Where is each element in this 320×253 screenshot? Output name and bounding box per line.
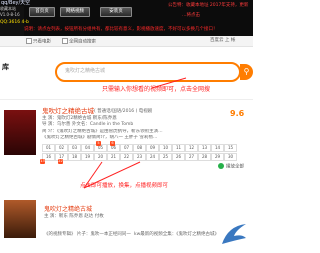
episode-button[interactable]: 29 [211, 153, 224, 161]
episode-button[interactable]: 01 [42, 144, 55, 152]
nav-button-online-video[interactable]: 网络视频 [60, 7, 90, 17]
auto-search-label: 全网自动搜索 [69, 39, 96, 45]
result-poster[interactable] [4, 110, 36, 155]
divider [0, 99, 253, 100]
episode-button[interactable]: 09 [146, 144, 159, 152]
qq-number: QQ:3616 4-b [0, 20, 29, 25]
play-all-label: 播放全部 [226, 164, 244, 170]
episode-button[interactable]: 11 [172, 144, 185, 152]
only-movie-checkbox[interactable]: 只看电影 [26, 38, 51, 46]
episode-button[interactable]: 27 [185, 153, 198, 161]
result-title[interactable]: 鬼吹灯之精绝古城 [42, 107, 94, 116]
result-cast: 主 演：靳东 陈乔恩 赵达 付枚 [44, 214, 104, 219]
search-icon[interactable]: ⚲ [244, 67, 250, 76]
episode-button[interactable]: 04 [81, 144, 94, 152]
episode-button[interactable]: 24 [146, 153, 159, 161]
result-director: 导 演：乌尔善 外文名：Candle in the Tomb [42, 122, 134, 127]
checkbox-icon[interactable] [26, 38, 32, 44]
play-hint-annotation: 点击即可播放，换集，点播视频即可 [80, 183, 169, 189]
episode-button[interactable]: 08 [133, 144, 146, 152]
episode-button[interactable]: 02 [55, 144, 68, 152]
result-summary-2: 《鬼吹灯之精绝古城》剧情简介，胡八一 王胖子 雪莉杨… [42, 135, 158, 140]
search-button[interactable]: ⚲ [240, 64, 253, 80]
toolbar: 只看电影 全网自动搜索 百度云 上 帐 [0, 36, 253, 47]
episode-button[interactable]: 28 [198, 153, 211, 161]
auto-search-checkbox[interactable]: 全网自动搜索 [62, 38, 96, 46]
only-movie-label: 只看电影 [33, 39, 51, 45]
episode-button[interactable]: 03 [68, 144, 81, 152]
episode-button[interactable]: 12 [185, 144, 198, 152]
episode-button[interactable]: 18 [68, 153, 81, 161]
nav-button-home[interactable]: 首页页 [29, 7, 55, 17]
result-meta: ( 普通话/国语/2016 ) 电视剧 [94, 109, 153, 114]
nav-button-install[interactable]: 安装页 [100, 7, 132, 17]
episode-button[interactable]: 13 [198, 144, 211, 152]
result-title[interactable]: 鬼吹灯之精绝古城 [44, 206, 92, 214]
toolbar-right-links[interactable]: 百度云 上 帐 [210, 38, 235, 44]
red-tag: 6 [110, 141, 115, 146]
announcement-text: 公告特：收藏本地址 2017年支持，更新 [168, 3, 249, 8]
result-source-2: kw最新的视频全集：《鬼吹灯之精绝古城》 [134, 232, 220, 237]
ticker-text: 说明：请点左列表，按钮所有分组共有，都比较有意义，影视播放速度，不好可以多换几个… [24, 27, 218, 32]
announcement-text-2: …将点击 [182, 13, 200, 18]
play-icon[interactable] [218, 163, 224, 169]
watermark-logo-icon [222, 224, 246, 244]
episode-button[interactable]: 10 [159, 144, 172, 152]
red-tag: 22 [58, 159, 63, 164]
episode-button[interactable]: 07 [120, 144, 133, 152]
search-placeholder[interactable]: 鬼吹灯之精绝古城 [65, 68, 105, 75]
episode-button[interactable]: 25 [159, 153, 172, 161]
red-tag: 13 [40, 159, 45, 164]
search-hint-annotation: 只需输入你想看的视频即可，点击全网搜 [102, 86, 211, 93]
episode-button[interactable]: 26 [172, 153, 185, 161]
episode-button[interactable]: 15 [224, 144, 237, 152]
result-score: 9.6 [230, 109, 245, 118]
episode-button[interactable]: 30 [224, 153, 237, 161]
episode-button[interactable]: 14 [211, 144, 224, 152]
play-all-button[interactable]: 播放全部 [218, 163, 248, 171]
result-poster[interactable] [4, 200, 36, 238]
red-tag: 5 [96, 141, 101, 146]
result-source: 《的视频专辑》 片子：鬼吹一本正经同同一 [44, 232, 131, 237]
checkbox-icon[interactable] [62, 38, 68, 44]
site-logo: 库 [2, 63, 9, 71]
